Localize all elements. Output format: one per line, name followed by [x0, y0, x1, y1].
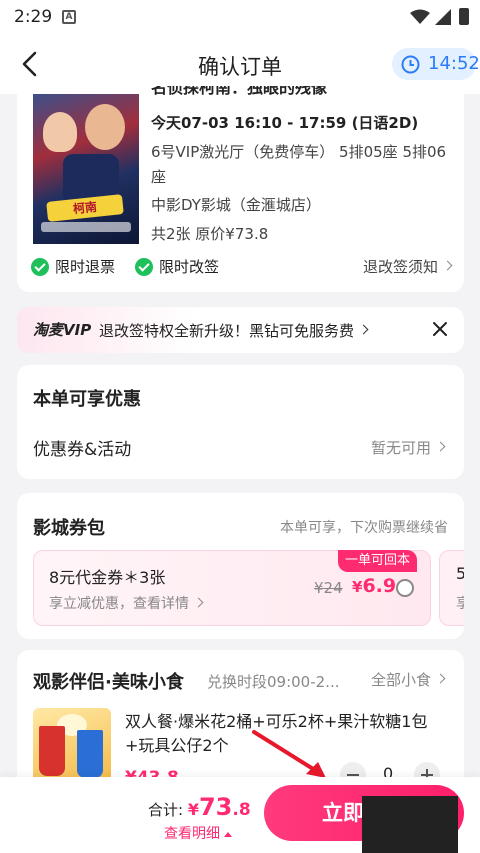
check-icon — [135, 258, 153, 276]
promo-text: 退改签特权全新升级！黑钻可免服务费 — [99, 320, 369, 341]
coupon-activity-label[interactable]: 优惠券&活动 — [33, 435, 131, 460]
coupon-sub: 享 — [456, 596, 464, 612]
total-price: 合计: ¥73.8 — [148, 793, 251, 821]
coupon-badge: 一单可回本 — [338, 550, 418, 572]
watermark-overlay — [362, 796, 458, 853]
timer-text: 14:52 — [428, 53, 480, 74]
coupon-price: ¥6.9 — [352, 575, 397, 597]
refund-policy-link[interactable]: 退改签须知 — [363, 256, 453, 278]
movie-poster: 柯南 — [33, 94, 139, 244]
coupon-pack-title: 影城券包 — [33, 518, 105, 539]
status-time: 2:29 — [14, 7, 53, 27]
clock-icon — [401, 55, 420, 74]
movie-title-cut: 名侦探柯南：独眼的残像 — [151, 86, 328, 96]
discount-title: 本单可享优惠 — [33, 389, 141, 410]
chevron-right-icon — [358, 324, 369, 335]
chevron-right-icon — [193, 597, 204, 607]
check-icon — [31, 258, 49, 276]
coupon-details-link[interactable]: 享立减优惠，查看详情 — [49, 593, 204, 613]
wifi-icon — [410, 9, 430, 24]
coupon-original-price: ¥24 — [314, 579, 343, 597]
view-details-link[interactable]: 查看明细 — [164, 823, 232, 843]
notification-icon: A — [62, 10, 76, 24]
snacks-exchange-time: 兑换时段09:00-2... — [207, 673, 340, 691]
chevron-right-icon — [435, 441, 446, 452]
coupon-card-2[interactable]: 5 享 — [439, 550, 464, 626]
vip-logo: 淘麦VIP — [33, 321, 92, 339]
coupon-pack-section: 影城券包 本单可享，下次购票继续省 8元代金券＊3张 享立减优惠，查看详情 一单… — [17, 493, 464, 639]
movie-ticket-card: 柯南 今天07-03 16:10 - 17:59 (日语2D) 6号VIP激光厅… — [17, 94, 464, 292]
annotation-arrow-icon — [252, 730, 326, 778]
caret-up-icon — [224, 831, 232, 837]
coupon-name: 5 — [456, 564, 464, 583]
tag-refund: 限时退票 — [31, 256, 115, 278]
signal-icon — [435, 9, 451, 25]
battery-icon — [459, 8, 469, 25]
coupon-status[interactable]: 暂无可用 — [371, 437, 446, 458]
status-bar: 2:29 A — [0, 0, 480, 34]
chevron-right-icon — [435, 673, 446, 684]
nav-bar: 确认订单 14:52 — [0, 34, 480, 94]
coupon-radio[interactable] — [396, 579, 414, 597]
hall-seats: 6号VIP激光厅（免费停车） 5排05座 5排06座 — [151, 143, 447, 186]
discount-section: 本单可享优惠 优惠券&活动 暂无可用 — [17, 365, 464, 479]
vip-promo-banner[interactable]: 淘麦VIP 退改签特权全新升级！黑钻可免服务费 — [17, 307, 464, 353]
coupon-card[interactable]: 8元代金券＊3张 享立减优惠，查看详情 一单可回本 ¥24 ¥6.9 — [33, 550, 431, 626]
poster-title: 柯南 — [46, 194, 124, 222]
tag-change: 限时改签 — [135, 256, 219, 278]
cinema-name: 中影DY影城（金滙城店） — [151, 196, 321, 214]
all-snacks-link[interactable]: 全部小食 — [371, 669, 446, 690]
ticket-tags: 限时退票 限时改签 退改签须知 — [31, 256, 453, 280]
close-icon[interactable] — [431, 320, 449, 338]
coupon-pack-note: 本单可享，下次购票继续省 — [280, 520, 448, 536]
coupon-name: 8元代金券＊3张 — [49, 568, 166, 587]
countdown-timer: 14:52 — [392, 48, 480, 80]
chevron-right-icon — [442, 260, 453, 271]
ticket-count-price: 共2张 原价¥73.8 — [151, 225, 269, 243]
snacks-title: 观影伴侣·美味小食 — [33, 672, 184, 693]
showtime: 今天07-03 16:10 - 17:59 (日语2D) — [151, 114, 419, 132]
